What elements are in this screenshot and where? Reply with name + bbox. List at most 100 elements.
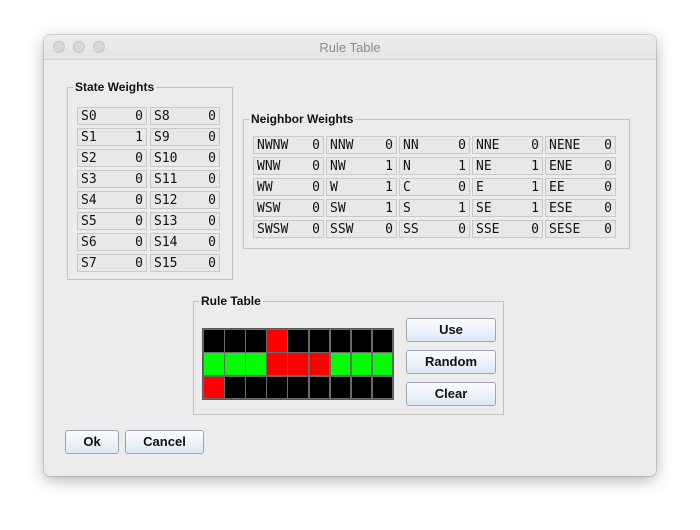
- weight-value[interactable]: 0: [208, 193, 216, 208]
- state-weight-cell[interactable]: S2 0: [77, 149, 147, 167]
- weight-value[interactable]: 0: [604, 201, 612, 216]
- neighbor-weight-cell[interactable]: NWNW 0: [253, 136, 324, 154]
- neighbor-weight-cell[interactable]: NENE 0: [545, 136, 616, 154]
- use-button[interactable]: Use: [406, 318, 496, 342]
- rule-cell-black[interactable]: [329, 375, 352, 400]
- weight-value[interactable]: 1: [458, 201, 466, 216]
- neighbor-weight-cell[interactable]: S1: [399, 199, 470, 217]
- neighbor-weight-cell[interactable]: SW 1: [326, 199, 397, 217]
- rule-cell-red[interactable]: [266, 329, 288, 353]
- weight-value[interactable]: 0: [458, 180, 466, 195]
- weight-value[interactable]: 0: [208, 109, 216, 124]
- weight-value[interactable]: 1: [135, 130, 143, 145]
- weight-value[interactable]: 0: [385, 138, 393, 153]
- rule-cell-black[interactable]: [350, 375, 373, 400]
- rule-cell-green[interactable]: [203, 352, 225, 377]
- weight-value[interactable]: 0: [604, 222, 612, 237]
- weight-value[interactable]: 1: [385, 180, 393, 195]
- rule-cell-black[interactable]: [308, 329, 331, 353]
- rule-cell-green[interactable]: [245, 352, 267, 377]
- state-weight-cell[interactable]: S6 0: [77, 233, 147, 251]
- weight-value[interactable]: 0: [135, 256, 143, 271]
- rule-cell-black[interactable]: [371, 329, 394, 353]
- state-weight-cell[interactable]: S7 0: [77, 254, 147, 272]
- rule-cell-black[interactable]: [245, 375, 267, 400]
- rule-cell-red[interactable]: [266, 352, 288, 377]
- rule-cell-black[interactable]: [287, 375, 310, 400]
- weight-value[interactable]: 0: [135, 151, 143, 166]
- weight-value[interactable]: 0: [312, 159, 320, 174]
- weight-value[interactable]: 0: [531, 222, 539, 237]
- weight-value[interactable]: 0: [208, 256, 216, 271]
- neighbor-weight-cell[interactable]: SSE 0: [472, 220, 543, 238]
- state-weight-cell[interactable]: S0 0: [77, 107, 147, 125]
- weight-value[interactable]: 0: [458, 222, 466, 237]
- weight-value[interactable]: 1: [531, 201, 539, 216]
- rule-cell-black[interactable]: [329, 329, 352, 353]
- state-weight-cell[interactable]: S13 0: [150, 212, 220, 230]
- rule-cell-black[interactable]: [308, 375, 331, 400]
- rule-cell-black[interactable]: [224, 375, 246, 400]
- weight-value[interactable]: 0: [208, 172, 216, 187]
- rule-cell-green[interactable]: [350, 352, 373, 377]
- weight-value[interactable]: 0: [208, 130, 216, 145]
- rule-cell-black[interactable]: [350, 329, 373, 353]
- rule-cell-red[interactable]: [287, 352, 310, 377]
- weight-value[interactable]: 1: [531, 180, 539, 195]
- weight-value[interactable]: 0: [135, 235, 143, 250]
- ok-button[interactable]: Ok: [65, 430, 119, 454]
- neighbor-weight-cell[interactable]: SESE 0: [545, 220, 616, 238]
- state-weight-cell[interactable]: S10 0: [150, 149, 220, 167]
- rule-cell-green[interactable]: [224, 352, 246, 377]
- weight-value[interactable]: 0: [458, 138, 466, 153]
- neighbor-weight-cell[interactable]: NE 1: [472, 157, 543, 175]
- weight-value[interactable]: 0: [135, 109, 143, 124]
- rule-table-grid[interactable]: [202, 328, 394, 400]
- state-weight-cell[interactable]: S4 0: [77, 191, 147, 209]
- weight-value[interactable]: 0: [208, 151, 216, 166]
- rule-cell-red[interactable]: [308, 352, 331, 377]
- neighbor-weight-cell[interactable]: C0: [399, 178, 470, 196]
- neighbor-weight-cell[interactable]: SE 1: [472, 199, 543, 217]
- neighbor-weight-cell[interactable]: SWSW 0: [253, 220, 324, 238]
- neighbor-weight-cell[interactable]: NW 1: [326, 157, 397, 175]
- weight-value[interactable]: 0: [531, 138, 539, 153]
- neighbor-weight-cell[interactable]: WSW 0: [253, 199, 324, 217]
- neighbor-weight-cell[interactable]: ENE 0: [545, 157, 616, 175]
- weight-value[interactable]: 0: [135, 172, 143, 187]
- state-weight-cell[interactable]: S15 0: [150, 254, 220, 272]
- neighbor-weight-cell[interactable]: SS 0: [399, 220, 470, 238]
- state-weight-cell[interactable]: S1 1: [77, 128, 147, 146]
- weight-value[interactable]: 0: [312, 201, 320, 216]
- neighbor-weight-cell[interactable]: ESE 0: [545, 199, 616, 217]
- random-button[interactable]: Random: [406, 350, 496, 374]
- weight-value[interactable]: 0: [208, 214, 216, 229]
- rule-cell-black[interactable]: [287, 329, 310, 353]
- weight-value[interactable]: 1: [458, 159, 466, 174]
- state-weight-cell[interactable]: S3 0: [77, 170, 147, 188]
- state-weight-cell[interactable]: S8 0: [150, 107, 220, 125]
- neighbor-weight-cell[interactable]: EE 0: [545, 178, 616, 196]
- weight-value[interactable]: 1: [385, 201, 393, 216]
- neighbor-weight-cell[interactable]: W1: [326, 178, 397, 196]
- weight-value[interactable]: 0: [604, 180, 612, 195]
- weight-value[interactable]: 1: [385, 159, 393, 174]
- state-weight-cell[interactable]: S12 0: [150, 191, 220, 209]
- neighbor-weight-cell[interactable]: NNW 0: [326, 136, 397, 154]
- rule-cell-black[interactable]: [266, 375, 288, 400]
- weight-value[interactable]: 0: [312, 180, 320, 195]
- neighbor-weight-cell[interactable]: SSW 0: [326, 220, 397, 238]
- rule-cell-green[interactable]: [329, 352, 352, 377]
- weight-value[interactable]: 0: [208, 235, 216, 250]
- weight-value[interactable]: 0: [604, 159, 612, 174]
- neighbor-weight-cell[interactable]: NNE 0: [472, 136, 543, 154]
- weight-value[interactable]: 0: [604, 138, 612, 153]
- rule-cell-green[interactable]: [371, 352, 394, 377]
- weight-value[interactable]: 1: [531, 159, 539, 174]
- weight-value[interactable]: 0: [135, 214, 143, 229]
- weight-value[interactable]: 0: [312, 138, 320, 153]
- rule-cell-black[interactable]: [224, 329, 246, 353]
- rule-cell-black[interactable]: [245, 329, 267, 353]
- rule-cell-black[interactable]: [203, 329, 225, 353]
- clear-button[interactable]: Clear: [406, 382, 496, 406]
